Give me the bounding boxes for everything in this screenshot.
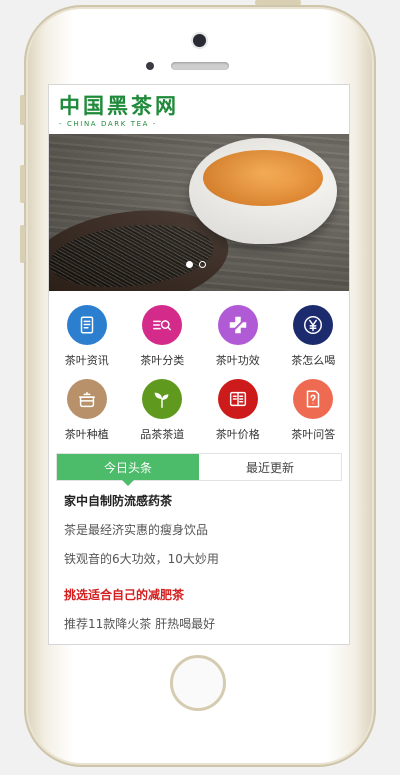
nav-item[interactable]: 茶叶资讯 xyxy=(49,305,125,367)
proximity-sensor xyxy=(146,62,154,70)
nav-item[interactable]: 茶叶分类 xyxy=(125,305,201,367)
tab-today-headlines[interactable]: 今日头条 xyxy=(57,454,199,486)
article-link[interactable]: 推荐11款降火茶 肝热喝最好 xyxy=(64,617,334,631)
nav-item-label: 品茶茶道 xyxy=(140,428,185,441)
question-doc-icon xyxy=(293,379,334,419)
carousel-dot[interactable] xyxy=(186,261,193,268)
nav-item[interactable]: 茶叶问答 xyxy=(276,379,350,441)
news-tabs: 今日头条 最近更新 xyxy=(56,453,342,486)
nav-item-label: 茶叶问答 xyxy=(291,428,336,441)
article-list: 家中自制防流感药茶 茶是最经济实惠的瘦身饮品 铁观音的6大功效，10大妙用 挑选适合自… xyxy=(49,481,349,631)
search-list-icon xyxy=(142,305,183,345)
article-link[interactable]: 茶是最经济实惠的瘦身饮品 xyxy=(64,523,334,537)
article-link[interactable]: 铁观音的6大功效，10大妙用 xyxy=(64,552,334,566)
power-button xyxy=(255,0,301,5)
nav-item[interactable]: 茶叶功效 xyxy=(200,305,276,367)
carousel-dot[interactable] xyxy=(199,261,206,268)
nav-item-label: 茶叶分类 xyxy=(140,354,185,367)
nav-item[interactable]: 茶怎么喝 xyxy=(276,305,350,367)
phone-screen: 中国黑茶网 - CHINA DARK TEA - 茶叶资讯 茶叶分类 茶叶功效 茶怎么… xyxy=(48,84,350,645)
nav-item-label: 茶叶功效 xyxy=(215,354,260,367)
mute-switch xyxy=(20,95,25,125)
pot-icon xyxy=(66,379,107,419)
front-camera xyxy=(193,34,206,47)
category-grid: 茶叶资讯 茶叶分类 茶叶功效 茶怎么喝茶叶种植 品茶茶道 茶叶价格 茶叶问答 xyxy=(49,291,349,441)
article-link[interactable]: 挑选适合自己的减肥茶 xyxy=(64,588,334,602)
earpiece-speaker xyxy=(171,62,229,70)
document-icon xyxy=(66,305,107,345)
yen-icon xyxy=(293,305,334,345)
site-header: 中国黑茶网 - CHINA DARK TEA - xyxy=(49,85,349,134)
price-icon xyxy=(217,379,258,419)
site-logo-title[interactable]: 中国黑茶网 xyxy=(59,85,349,118)
nav-item[interactable]: 茶叶种植 xyxy=(49,379,125,441)
site-logo-subtitle: - CHINA DARK TEA - xyxy=(59,120,157,128)
nav-item-label: 茶叶价格 xyxy=(215,428,260,441)
tab-recent-updates[interactable]: 最近更新 xyxy=(199,454,341,480)
article-link[interactable]: 家中自制防流感药茶 xyxy=(64,494,334,508)
sprout-icon xyxy=(142,379,183,419)
carousel-dots xyxy=(186,261,206,268)
home-button[interactable] xyxy=(170,655,226,711)
volume-down-button xyxy=(20,225,25,263)
nav-item-label: 茶叶种植 xyxy=(64,428,109,441)
nav-item-label: 茶怎么喝 xyxy=(291,354,336,367)
volume-up-button xyxy=(20,165,25,203)
nav-item[interactable]: 茶叶价格 xyxy=(200,379,276,441)
medical-cross-icon xyxy=(217,305,258,345)
nav-item-label: 茶叶资讯 xyxy=(64,354,109,367)
nav-item[interactable]: 品茶茶道 xyxy=(125,379,201,441)
banner-carousel[interactable] xyxy=(49,134,349,291)
